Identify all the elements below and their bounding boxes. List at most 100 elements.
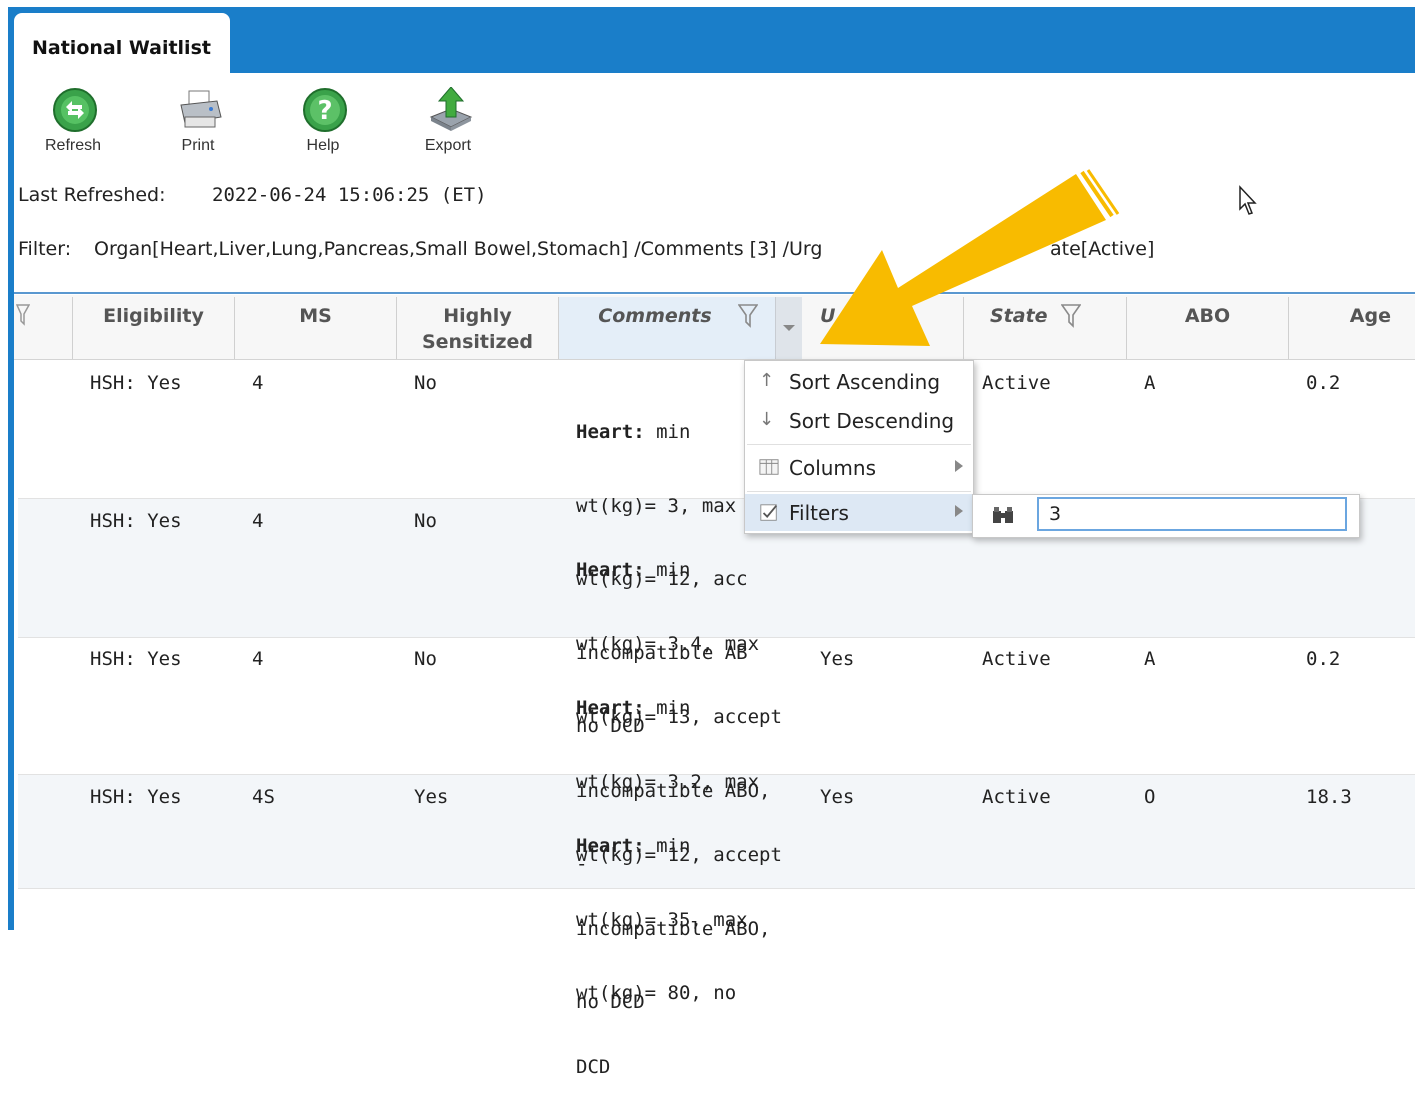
help-button[interactable]: ? Help bbox=[278, 87, 368, 163]
cell-ms: 4S bbox=[252, 786, 275, 808]
header-comments-label: Comments bbox=[598, 305, 712, 327]
cell-urgent: Yes bbox=[820, 648, 855, 670]
header-ms-label: MS bbox=[299, 305, 332, 327]
cell-ms: 4 bbox=[252, 510, 264, 532]
help-label: Help bbox=[306, 137, 340, 154]
header-eligibility-label: Eligibility bbox=[103, 305, 204, 327]
comment-line: Heart: min bbox=[576, 696, 782, 721]
header-ms[interactable]: MS bbox=[235, 303, 396, 329]
column-menu-trigger[interactable] bbox=[775, 297, 802, 359]
cell-ms: 4 bbox=[252, 648, 264, 670]
menu-item-filters[interactable]: Filters bbox=[745, 494, 973, 531]
comment-organ: Heart: bbox=[576, 421, 645, 443]
refresh-label: Refresh bbox=[44, 137, 102, 154]
comment-line: wt(kg)= 80, no bbox=[576, 982, 737, 1004]
filter-submenu bbox=[972, 494, 1360, 538]
tab-national-waitlist[interactable]: National Waitlist bbox=[14, 13, 230, 73]
cell-eligibility: HSH: Yes bbox=[90, 648, 182, 670]
menu-separator bbox=[747, 444, 971, 445]
export-icon bbox=[429, 87, 473, 131]
cell-highly-sensitized: Yes bbox=[414, 786, 449, 808]
left-border bbox=[8, 66, 14, 930]
filter-label: Filter: bbox=[18, 238, 72, 260]
cell-highly-sensitized: No bbox=[414, 510, 437, 532]
cell-state: Active bbox=[982, 372, 1051, 394]
cell-age: 0.2 bbox=[1306, 648, 1341, 670]
header-age-label: Age bbox=[1349, 305, 1391, 327]
comment-text: min bbox=[644, 421, 691, 443]
header-abo-label: ABO bbox=[1184, 305, 1231, 327]
header-highly-line2: Sensitized bbox=[421, 331, 534, 353]
cell-eligibility: HSH: Yes bbox=[90, 510, 182, 532]
cell-abo: A bbox=[1144, 372, 1156, 394]
comment-organ: Heart: bbox=[576, 697, 645, 719]
header-age[interactable]: Age bbox=[1289, 303, 1415, 329]
last-refreshed-value: 2022-06-24 15:06:25 (ET) bbox=[212, 184, 487, 206]
comments-filter-funnel-icon[interactable] bbox=[738, 304, 758, 328]
comment-line: wt(kg)= 35, max bbox=[576, 908, 748, 931]
cell-state: Active bbox=[982, 648, 1051, 670]
chevron-down-icon bbox=[783, 325, 795, 331]
refresh-icon bbox=[53, 88, 97, 132]
annotation-arrow-icon bbox=[820, 169, 1120, 346]
menu-separator bbox=[747, 491, 971, 492]
export-label: Export bbox=[424, 137, 472, 154]
menu-item-label: Sort Ascending bbox=[789, 370, 941, 394]
comment-organ: Heart: bbox=[576, 559, 645, 581]
cell-highly-sensitized: No bbox=[414, 648, 437, 670]
header-highly-line1: Highly bbox=[443, 305, 512, 327]
grid-top-border bbox=[14, 292, 1415, 294]
help-icon: ? bbox=[303, 88, 347, 132]
menu-item-label: Columns bbox=[789, 456, 877, 480]
arrow-up-icon: ↑ bbox=[759, 370, 775, 391]
menu-item-label: Filters bbox=[789, 501, 849, 525]
mouse-cursor-icon bbox=[1239, 185, 1257, 215]
cell-highly-sensitized: No bbox=[414, 372, 437, 394]
cell-eligibility: HSH: Yes bbox=[90, 372, 182, 394]
comment-line: DCD bbox=[576, 1055, 611, 1078]
cell-ms: 4 bbox=[252, 372, 264, 394]
export-button[interactable]: Export bbox=[403, 87, 493, 163]
cell-age: 18.3 bbox=[1306, 786, 1352, 808]
binoculars-icon bbox=[993, 507, 1013, 523]
checkbox-checked-icon bbox=[760, 504, 777, 521]
arrow-down-icon: ↓ bbox=[759, 409, 775, 430]
menu-item-columns[interactable]: Columns bbox=[745, 449, 973, 487]
header-comments[interactable]: Comments bbox=[585, 303, 725, 329]
submenu-arrow-icon bbox=[955, 505, 963, 517]
comment-line: Heart: min bbox=[576, 558, 782, 583]
cell-eligibility: HSH: Yes bbox=[90, 786, 182, 808]
submenu-arrow-icon bbox=[955, 460, 963, 472]
header-abo[interactable]: ABO bbox=[1127, 303, 1288, 329]
last-refreshed-label: Last Refreshed: bbox=[18, 184, 166, 206]
header-eligibility[interactable]: Eligibility bbox=[73, 303, 234, 329]
comment-text: min bbox=[644, 835, 691, 857]
filter-funnel-icon[interactable] bbox=[16, 304, 30, 326]
menu-item-sort-ascending[interactable]: ↑ Sort Ascending bbox=[745, 363, 973, 401]
print-button[interactable]: Print bbox=[153, 87, 243, 163]
comment-text: min bbox=[644, 697, 691, 719]
cell-age: 0.2 bbox=[1306, 372, 1341, 394]
column-context-menu: ↑ Sort Ascending ↓ Sort Descending Colum… bbox=[744, 360, 974, 534]
header-highly-sensitized[interactable]: Highly Sensitized bbox=[397, 303, 558, 355]
comment-line: Heart: min bbox=[576, 420, 748, 445]
cell-state: Active bbox=[982, 786, 1051, 808]
refresh-button[interactable]: Refresh bbox=[28, 87, 118, 163]
svg-text:?: ? bbox=[317, 96, 332, 126]
menu-item-sort-descending[interactable]: ↓ Sort Descending bbox=[745, 402, 973, 440]
comment-text: min bbox=[644, 559, 691, 581]
cell-abo: O bbox=[1144, 786, 1156, 808]
comment-line: Heart: min bbox=[576, 834, 748, 859]
tab-label: National Waitlist bbox=[32, 37, 211, 59]
cell-abo: A bbox=[1144, 648, 1156, 670]
filter-value-input[interactable] bbox=[1037, 497, 1347, 531]
menu-item-label: Sort Descending bbox=[789, 409, 955, 433]
cell-urgent: Yes bbox=[820, 786, 855, 808]
filter-text-part1: Organ[Heart,Liver,Lung,Pancreas,Small Bo… bbox=[94, 238, 823, 260]
comment-organ: Heart: bbox=[576, 835, 645, 857]
col-separator bbox=[558, 297, 559, 359]
printer-icon bbox=[180, 90, 222, 128]
cell-comments: Heart: min wt(kg)= 35, max wt(kg)= 80, n… bbox=[576, 785, 748, 1104]
columns-icon bbox=[759, 459, 779, 475]
print-label: Print bbox=[181, 137, 215, 154]
